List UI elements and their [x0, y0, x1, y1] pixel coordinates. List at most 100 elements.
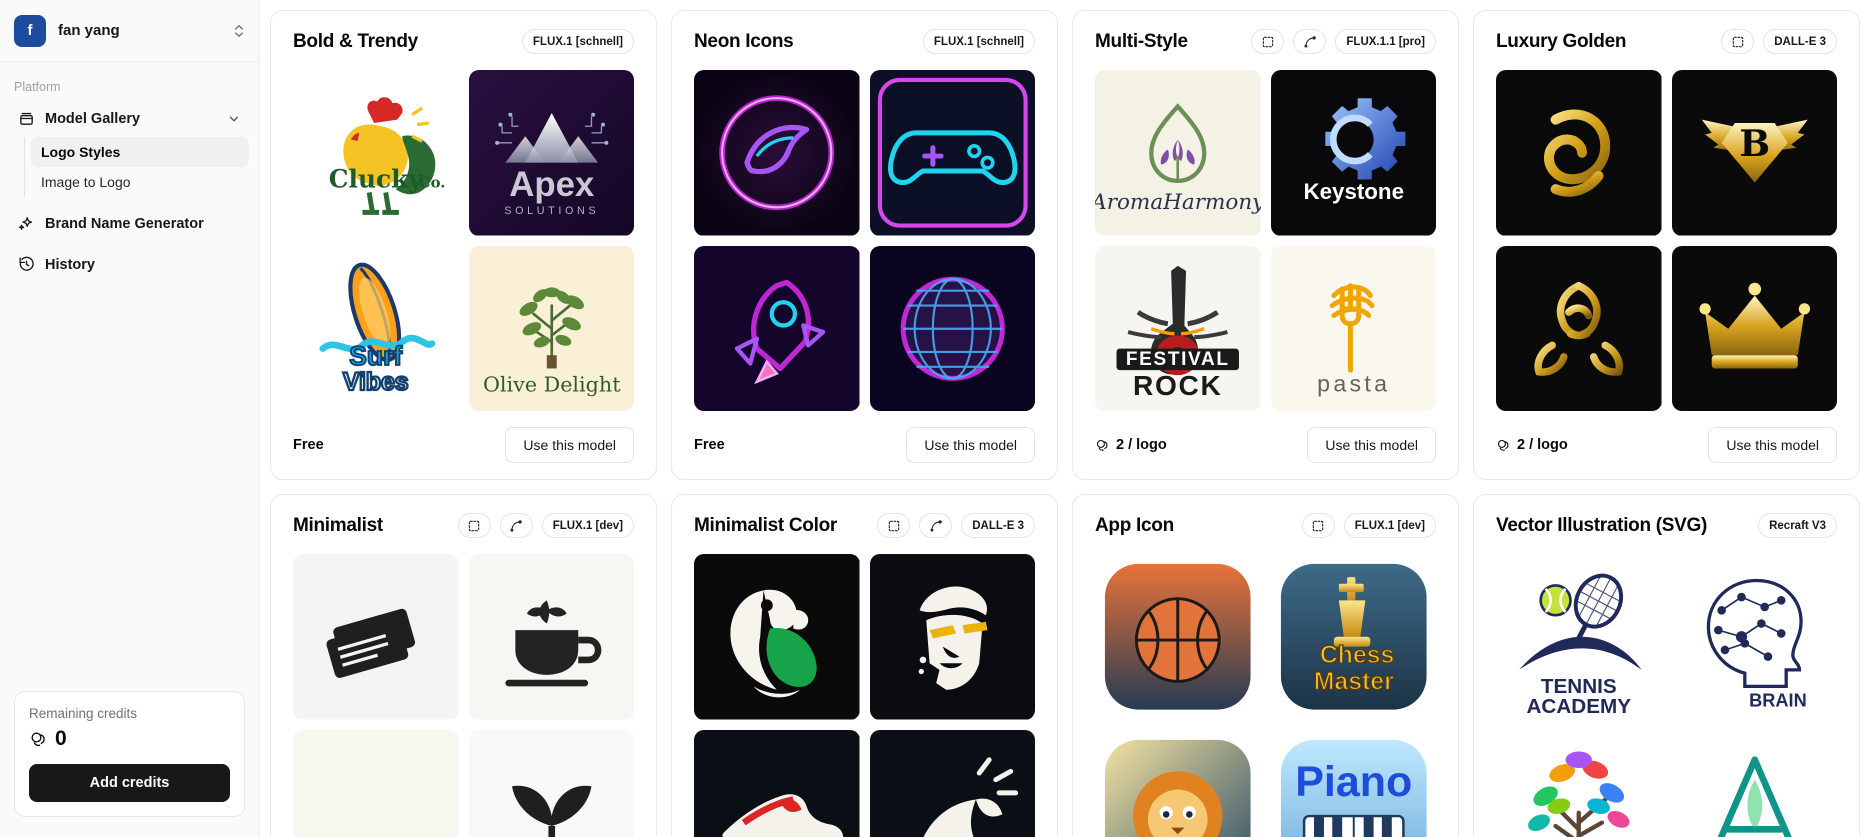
- credits-number: 0: [55, 727, 67, 750]
- model-card: Multi-Style FLUX.1.1 [pro] AromaHarmony …: [1072, 10, 1459, 480]
- thumbnail-grid: [293, 554, 634, 837]
- thumbnail-neon-gamepad[interactable]: [869, 70, 1035, 236]
- thumbnail-piano-app-icon[interactable]: Piano: [1270, 729, 1436, 837]
- thumbnail-keystone-gear[interactable]: Keystone: [1270, 70, 1436, 236]
- user-name: fan yang: [58, 22, 120, 39]
- vector-curve-icon[interactable]: [919, 513, 953, 538]
- chevron-down-icon[interactable]: [227, 112, 241, 126]
- svg-text:ROCK: ROCK: [1133, 369, 1222, 400]
- thumbnail-chess-master-app-icon[interactable]: Chess Master: [1270, 554, 1436, 720]
- thumbnail-pasta-fork[interactable]: pasta: [1270, 245, 1436, 411]
- thumbnail-man-sunglasses[interactable]: [869, 554, 1035, 720]
- use-this-model-button[interactable]: Use this model: [1708, 427, 1837, 463]
- card-footer: Free Use this model: [293, 427, 634, 463]
- thumbnail-sneaker-red[interactable]: [694, 729, 860, 837]
- thumbnail-surf-vibes-surfboard[interactable]: Surf Vibes: [293, 245, 459, 411]
- model-card: Minimalist FLUX.1 [dev]: [270, 494, 657, 837]
- thumbnail-basketball-app-icon[interactable]: [1095, 554, 1261, 720]
- thumbnail-grid: [694, 554, 1035, 837]
- thumbnail-grid: Clucky Co. Apex SOLUTIONS Surf Vibes Oli…: [293, 70, 634, 411]
- transparent-bg-icon[interactable]: [1301, 513, 1335, 538]
- thumbnail-grid: [694, 70, 1035, 411]
- coins-icon: [31, 731, 45, 746]
- sidebar-item-history[interactable]: History: [10, 248, 249, 281]
- svg-text:Piano: Piano: [1295, 758, 1412, 806]
- card-title: Luxury Golden: [1496, 30, 1627, 52]
- thumbnail-gold-b-wings[interactable]: B: [1671, 70, 1837, 236]
- card-footer: 2 / logo Use this model: [1095, 427, 1436, 463]
- avatar: f: [14, 14, 46, 47]
- svg-text:ACADEMY: ACADEMY: [1526, 695, 1631, 718]
- thumbnail-plant-mono[interactable]: [468, 729, 634, 837]
- vector-curve-icon[interactable]: [1293, 29, 1327, 54]
- vector-curve-icon[interactable]: [499, 513, 533, 538]
- card-title: Vector Illustration (SVG): [1496, 514, 1708, 536]
- card-header: Minimalist FLUX.1 [dev]: [293, 513, 634, 538]
- card-footer: 2 / logo Use this model: [1496, 427, 1837, 463]
- thumbnail-gold-swirl[interactable]: [1496, 70, 1662, 236]
- thumbnail-festival-rock-guitar[interactable]: FESTIVAL ROCK: [1095, 245, 1261, 411]
- model-price: 2 / logo: [1496, 437, 1568, 453]
- transparent-bg-icon[interactable]: [877, 513, 911, 538]
- sidebar-item-label: History: [45, 256, 95, 273]
- svg-text:Clucky: Clucky: [329, 165, 425, 194]
- thumbnail-neon-rocket[interactable]: [694, 245, 860, 411]
- price-label: 2 / logo: [1517, 437, 1568, 453]
- svg-text:Master: Master: [1313, 669, 1393, 696]
- use-this-model-button[interactable]: Use this model: [505, 427, 634, 463]
- svg-text:FESTIVAL: FESTIVAL: [1126, 349, 1230, 370]
- thumbnail-neon-bird[interactable]: [694, 70, 860, 236]
- credits-card: Remaining credits 0 Add credits: [14, 691, 245, 817]
- thumbnail-gold-crown[interactable]: [1671, 245, 1837, 411]
- svg-text:Co.: Co.: [419, 174, 446, 192]
- svg-text:pasta: pasta: [1317, 370, 1390, 396]
- card-title: Bold & Trendy: [293, 30, 418, 52]
- sidebar-item-model-gallery[interactable]: Model Gallery: [10, 102, 249, 135]
- price-label: 2 / logo: [1116, 437, 1167, 453]
- thumbnail-tickets-mono[interactable]: [293, 554, 459, 720]
- sidebar-item-label: Model Gallery: [45, 110, 141, 127]
- card-header: Luxury Golden DALL-E 3: [1496, 29, 1837, 54]
- transparent-bg-icon[interactable]: [1721, 29, 1755, 54]
- app-root: f fan yang Platform Model Gallery Logo S…: [0, 0, 1872, 837]
- thumbnail-parrot-green[interactable]: [694, 554, 860, 720]
- thumbnail-lion-app-icon[interactable]: [1095, 729, 1261, 837]
- use-this-model-button[interactable]: Use this model: [1307, 427, 1436, 463]
- svg-text:SOLUTIONS: SOLUTIONS: [504, 205, 599, 217]
- transparent-bg-icon[interactable]: [1251, 29, 1285, 54]
- card-title: Multi-Style: [1095, 30, 1188, 52]
- thumbnail-coffee-cup-mono[interactable]: [468, 554, 634, 720]
- user-switcher[interactable]: f fan yang: [0, 0, 259, 62]
- use-this-model-button[interactable]: Use this model: [906, 427, 1035, 463]
- card-title: Minimalist Color: [694, 514, 837, 536]
- sidebar-item-brand-name-generator[interactable]: Brand Name Generator: [10, 207, 249, 240]
- thumbnail-minimal-blank-1[interactable]: [293, 729, 459, 837]
- thumbnail-clucky-co-rooster[interactable]: Clucky Co.: [293, 70, 459, 236]
- price-label: Free: [293, 437, 324, 453]
- sidebar-item-image-to-logo[interactable]: Image to Logo: [31, 167, 249, 197]
- add-credits-button[interactable]: Add credits: [29, 764, 230, 802]
- transparent-bg-icon[interactable]: [457, 513, 491, 538]
- thumbnail-apex-solutions-mountain[interactable]: Apex SOLUTIONS: [468, 70, 634, 236]
- thumbnail-tennis-academy[interactable]: TENNIS ACADEMY: [1496, 554, 1662, 720]
- card-header: App Icon FLUX.1 [dev]: [1095, 513, 1436, 538]
- thumbnail-brain-head[interactable]: BRAIN: [1671, 554, 1837, 720]
- model-badge: FLUX.1 [dev]: [541, 513, 634, 538]
- sidebar-item-logo-styles[interactable]: Logo Styles: [31, 137, 249, 167]
- svg-text:Olive Delight: Olive Delight: [482, 372, 620, 396]
- thumbnail-whale-tail[interactable]: [869, 729, 1035, 837]
- svg-text:Vibes: Vibes: [343, 368, 409, 395]
- thumbnail-colorful-tree[interactable]: [1496, 729, 1662, 837]
- thumbnail-olive-delight-tree[interactable]: Olive Delight: [468, 245, 634, 411]
- thumbnail-neon-globe[interactable]: [869, 245, 1035, 411]
- model-card: Minimalist Color DALL-E 3: [671, 494, 1058, 837]
- history-icon: [19, 256, 34, 271]
- thumbnail-aroma-harmony[interactable]: AromaHarmony: [1095, 70, 1261, 236]
- model-card: Luxury Golden DALL-E 3 B 2 / logo Use th…: [1473, 10, 1860, 480]
- thumbnail-green-a-mark[interactable]: [1671, 729, 1837, 837]
- thumbnail-gold-rose[interactable]: [1496, 245, 1662, 411]
- model-card: App Icon FLUX.1 [dev] Chess Master Piano: [1072, 494, 1459, 837]
- svg-text:AromaHarmony: AromaHarmony: [1095, 190, 1261, 215]
- thumbnail-grid: Chess Master Piano: [1095, 554, 1436, 837]
